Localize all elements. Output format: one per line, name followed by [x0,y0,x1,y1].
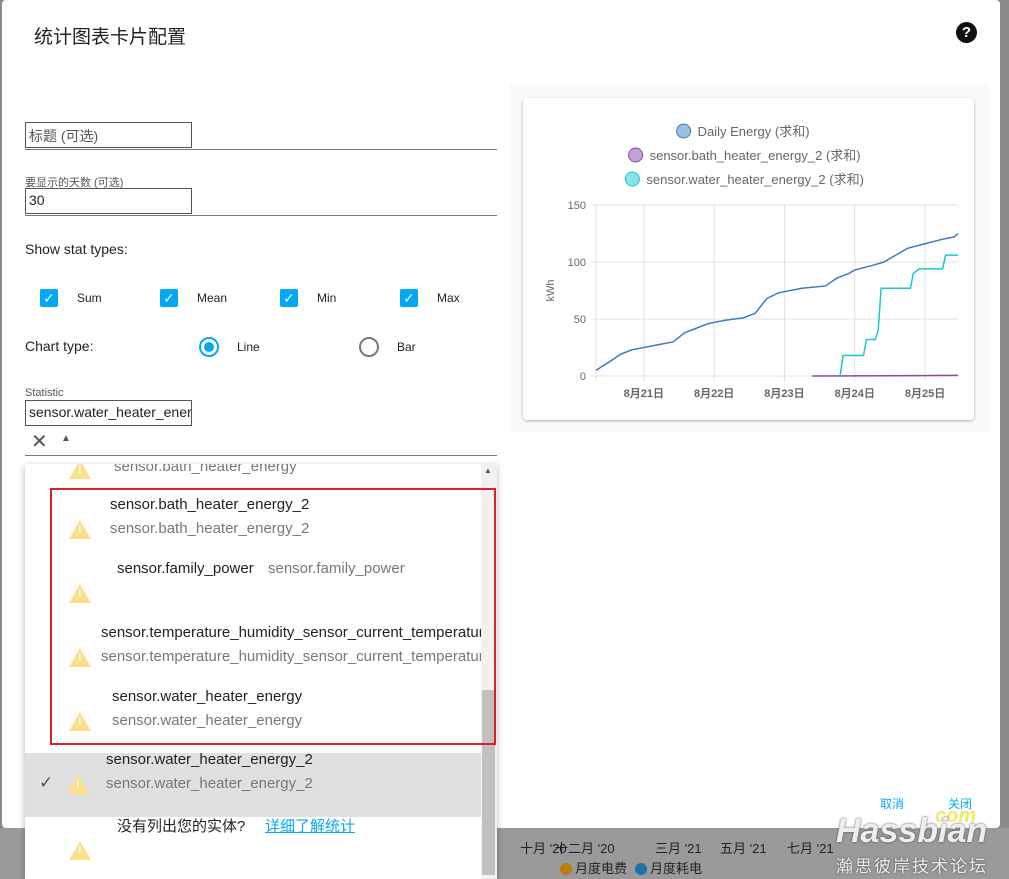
x-tick-label: 8月24日 [835,387,875,400]
legend-swatch [676,123,692,139]
bar-label: Bar [397,340,416,354]
min-checkbox[interactable]: ✓ [280,289,298,307]
statistic-input[interactable]: sensor.water_heater_energy_2 [25,400,192,426]
bg-axis-label: 十二月 '20 [555,841,615,856]
caret-up-icon[interactable]: ▲ [61,433,71,444]
highlight-annotation-box [50,488,496,745]
warning-icon [67,775,89,794]
statistics-graph-card: Daily Energy (求和) sensor.bath_heater_ener… [523,98,974,420]
statistic-label: Statistic [25,387,64,399]
x-tick-label: 8月23日 [764,387,804,400]
bg-axis-label: 三月 '21 [655,841,702,856]
y-axis-label: kWh [545,280,557,302]
legend-label: sensor.bath_heater_energy_2 (求和) [650,148,861,163]
bar-radio[interactable] [359,337,379,357]
days-field[interactable]: 30 [25,188,497,216]
stat-types-label: Show stat types: [25,241,128,257]
y-tick-label: 100 [568,257,586,269]
mean-label: Mean [197,291,228,305]
help-circle-icon[interactable]: ? [956,22,977,43]
title-input[interactable]: 标题 (可选) [25,122,192,148]
bg-legend: 月度电费 月度耗电 [560,858,702,877]
x-tick-label: 8月25日 [905,387,945,400]
preview-area: Daily Energy (求和) sensor.bath_heater_ener… [509,84,989,432]
legend-swatch [628,147,644,163]
max-checkbox[interactable]: ✓ [400,289,418,307]
x-tick-label: 8月22日 [694,387,734,400]
legend-label: sensor.water_heater_energy_2 (求和) [646,172,864,187]
y-tick-label: 0 [580,371,586,383]
sum-label: Sum [77,291,102,305]
bg-axis-label: 五月 '21 [720,841,767,856]
min-label: Min [317,291,337,305]
check-icon: ✓ [39,773,54,792]
line-label: Line [237,340,260,354]
dialog-title: 统计图表卡片配置 [34,27,187,48]
warning-icon [69,841,91,860]
bg-legend-item[interactable]: 月度电费 [560,858,627,877]
warning-icon [69,464,91,479]
mean-checkbox[interactable]: ✓ [160,289,178,307]
list-item-help: 没有列出您的实体? 详细了解统计 [25,817,481,879]
clear-icon[interactable]: ✕ [31,429,48,454]
cancel-button[interactable]: 取消 [880,795,904,812]
watermark-logo: Hassbian [836,812,988,850]
series-line [839,254,958,377]
statistics-chart: Daily Energy (求和) sensor.bath_heater_ener… [545,123,959,400]
series-line [595,232,959,371]
title-field[interactable]: 标题 (可选) [25,122,497,150]
learn-more-link[interactable]: 详细了解统计 [265,815,355,836]
bg-legend-item[interactable]: 月度耗电 [635,858,702,877]
bg-axis-label: 七月 '21 [787,841,834,856]
statistic-combobox[interactable]: sensor.water_heater_energy_2 ✕ ▲ [25,400,497,456]
sum-checkbox[interactable]: ✓ [40,289,58,307]
legend-label: Daily Energy (求和) [698,124,810,139]
series-line [812,374,959,377]
chart-type-label: Chart type: [25,338,94,354]
days-input[interactable]: 30 [25,188,192,214]
scroll-up-icon[interactable]: ▲ [484,466,492,475]
list-item-selected[interactable]: ✓ sensor.water_heater_energy_2 sensor.wa… [25,751,481,817]
max-label: Max [437,291,460,305]
y-tick-label: 150 [568,200,586,212]
line-radio[interactable] [199,337,219,357]
x-tick-label: 8月21日 [624,387,664,400]
watermark-subtitle: 瀚思彼岸技术论坛 [836,857,988,876]
y-tick-label: 50 [574,314,586,326]
legend-swatch [624,171,640,187]
